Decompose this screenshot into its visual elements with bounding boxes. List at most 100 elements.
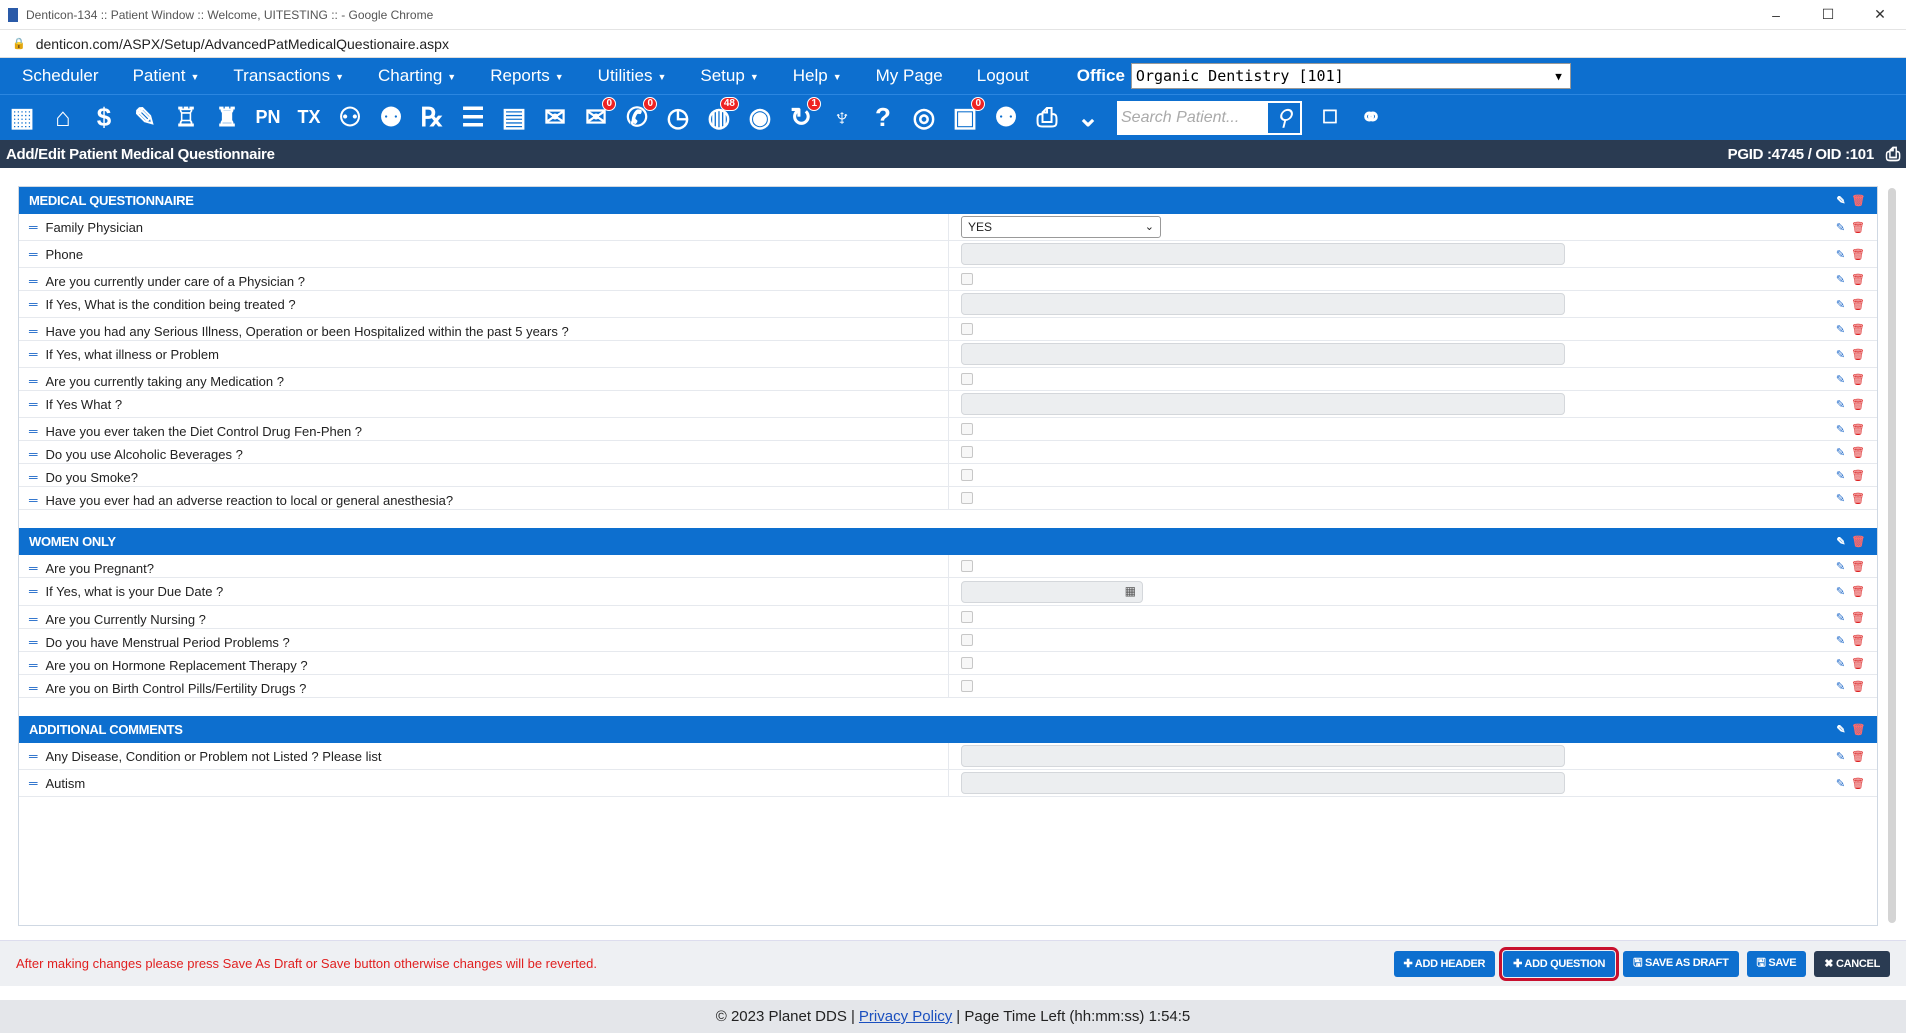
group-icon[interactable]: ⚉ — [988, 99, 1024, 137]
delete-icon[interactable]: 🗑 — [1851, 446, 1865, 459]
close-button[interactable]: ✕ — [1854, 6, 1906, 23]
delete-icon[interactable]: 🗑 — [1851, 323, 1865, 336]
drag-handle-icon[interactable]: ═ — [29, 297, 38, 311]
answer-text-field[interactable] — [961, 343, 1565, 365]
delete-icon[interactable]: 🗑 — [1851, 777, 1865, 790]
delete-icon[interactable]: 🗑 — [1851, 348, 1865, 361]
answer-checkbox[interactable] — [961, 560, 973, 572]
family-icon[interactable]: ⚉ — [373, 99, 409, 137]
edit-icon[interactable]: ✎ — [1836, 777, 1845, 790]
patient-search-input[interactable]: Search Patient... ⚲ — [1117, 100, 1302, 135]
menu-my-page[interactable]: My Page — [864, 66, 965, 86]
delete-icon[interactable]: 🗑 — [1851, 248, 1865, 261]
drag-handle-icon[interactable]: ═ — [29, 220, 38, 234]
maximize-button[interactable]: ☐ — [1802, 6, 1854, 23]
add-header-button[interactable]: ✚ ADD HEADER — [1393, 950, 1496, 977]
alerts-icon[interactable]: ↻ 1 — [783, 96, 821, 137]
calendar-icon[interactable]: ▦ — [1125, 584, 1136, 598]
delete-icon[interactable]: 🗑 — [1851, 298, 1865, 311]
edit-icon[interactable]: ✎ — [1836, 634, 1845, 647]
menu-charting[interactable]: Charting ▼ — [366, 66, 478, 86]
drag-handle-icon[interactable]: ═ — [29, 397, 38, 411]
advanced-search-icon[interactable]: ⚭ — [1353, 99, 1389, 137]
web-icon[interactable]: ◍ 48 — [701, 96, 739, 137]
delete-icon[interactable]: 🗑 — [1851, 373, 1865, 386]
delete-icon[interactable]: 🗑 — [1851, 680, 1865, 693]
drag-handle-icon[interactable]: ═ — [29, 776, 38, 790]
menu-utilities[interactable]: Utilities ▼ — [586, 66, 689, 86]
drag-handle-icon[interactable]: ═ — [29, 247, 38, 261]
delete-icon[interactable]: 🗑 — [1851, 535, 1865, 548]
help-icon[interactable]: ? — [865, 99, 901, 137]
collapse-icon[interactable]: ⌄ — [1070, 99, 1106, 137]
clock-icon[interactable]: ◷ — [660, 99, 696, 137]
answer-checkbox[interactable] — [961, 469, 973, 481]
drag-handle-icon[interactable]: ═ — [29, 324, 38, 338]
edit-icon[interactable]: ✎ — [1836, 446, 1845, 459]
delete-icon[interactable]: 🗑 — [1851, 750, 1865, 763]
home-icon[interactable]: ⌂ — [45, 99, 81, 137]
cancel-button[interactable]: ✖ CANCEL — [1814, 950, 1890, 977]
calendar-icon[interactable]: ▦ — [4, 99, 40, 137]
delete-icon[interactable]: 🗑 — [1851, 723, 1865, 736]
drag-handle-icon[interactable]: ═ — [29, 374, 38, 388]
delete-icon[interactable]: 🗑 — [1851, 221, 1865, 234]
delete-icon[interactable]: 🗑 — [1851, 469, 1865, 482]
privacy-policy-link[interactable]: Privacy Policy — [859, 1008, 952, 1025]
save-button[interactable]: 🖫 SAVE — [1746, 950, 1807, 977]
edit-icon[interactable]: ✎ — [1836, 248, 1845, 261]
address-bar[interactable]: 🔒 denticon.com/ASPX/Setup/AdvancedPatMed… — [0, 30, 1906, 58]
drag-handle-icon[interactable]: ═ — [29, 347, 38, 361]
answer-text-field[interactable] — [961, 772, 1565, 794]
notes-icon[interactable]: ☰ — [455, 99, 491, 137]
prescription-icon[interactable]: ℞ — [414, 99, 450, 137]
edit-icon[interactable]: ✎ — [1836, 585, 1845, 598]
drag-handle-icon[interactable]: ═ — [29, 612, 38, 626]
answer-checkbox[interactable] — [961, 657, 973, 669]
menu-scheduler[interactable]: Scheduler — [10, 66, 121, 86]
edit-icon[interactable]: ✎ — [1836, 273, 1845, 286]
edit-icon[interactable]: ✎ — [1836, 221, 1845, 234]
progress-notes-icon[interactable]: PN — [250, 99, 286, 137]
answer-checkbox[interactable] — [961, 323, 973, 335]
drag-handle-icon[interactable]: ═ — [29, 493, 38, 507]
tooth-chart-icon[interactable]: ♖ — [168, 99, 204, 137]
edit-icon[interactable]: ✎ — [1836, 723, 1845, 736]
drag-handle-icon[interactable]: ═ — [29, 749, 38, 763]
edit-icon[interactable]: ✎ — [1836, 657, 1845, 670]
menu-help[interactable]: Help ▼ — [781, 66, 864, 86]
edit-icon[interactable]: ✎ — [1836, 398, 1845, 411]
answer-checkbox[interactable] — [961, 423, 973, 435]
print-icon[interactable]: ⎙ — [1886, 144, 1900, 165]
menu-logout[interactable]: Logout — [965, 66, 1051, 86]
answer-checkbox[interactable] — [961, 446, 973, 458]
drag-handle-icon[interactable]: ═ — [29, 584, 38, 598]
answer-checkbox[interactable] — [961, 373, 973, 385]
tooth-icon[interactable]: ♆ — [824, 99, 860, 137]
scrollbar[interactable] — [1888, 188, 1896, 923]
edit-icon[interactable]: ✎ — [1836, 348, 1845, 361]
delete-icon[interactable]: 🗑 — [1851, 560, 1865, 573]
drag-handle-icon[interactable]: ═ — [29, 424, 38, 438]
answer-text-field[interactable] — [961, 745, 1565, 767]
globe-icon[interactable]: ◎ — [906, 99, 942, 137]
delete-icon[interactable]: 🗑 — [1851, 423, 1865, 436]
edit-icon[interactable]: ✎ — [1836, 750, 1845, 763]
menu-transactions[interactable]: Transactions ▼ — [221, 66, 366, 86]
edit-icon[interactable]: ✎ — [1836, 560, 1845, 573]
checkbox-icon[interactable]: ☐ — [1312, 99, 1348, 137]
menu-setup[interactable]: Setup ▼ — [688, 66, 780, 86]
delete-icon[interactable]: 🗑 — [1851, 273, 1865, 286]
edit-icon[interactable]: ✎ — [1836, 323, 1845, 336]
drag-handle-icon[interactable]: ═ — [29, 447, 38, 461]
answer-checkbox[interactable] — [961, 634, 973, 646]
menu-reports[interactable]: Reports ▼ — [478, 66, 585, 86]
insurance-icon[interactable]: ◉ — [742, 99, 778, 137]
answer-select[interactable]: YES ⌄ — [961, 216, 1161, 238]
delete-icon[interactable]: 🗑 — [1851, 611, 1865, 624]
drag-handle-icon[interactable]: ═ — [29, 274, 38, 288]
print-icon[interactable]: ⎙ — [1029, 99, 1065, 137]
edit-icon[interactable]: ✎ — [1836, 611, 1845, 624]
delete-icon[interactable]: 🗑 — [1851, 398, 1865, 411]
tasks-icon[interactable]: ▣ 0 — [947, 96, 985, 137]
